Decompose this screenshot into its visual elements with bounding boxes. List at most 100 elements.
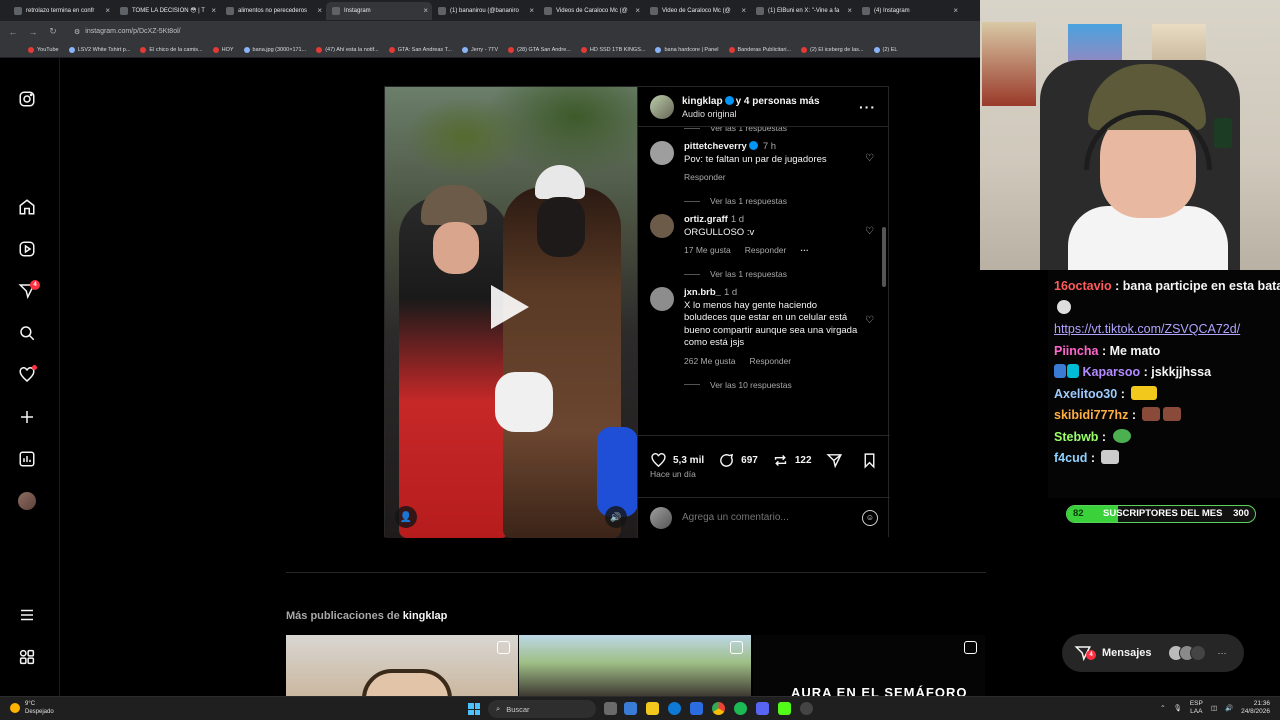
reload-icon[interactable]: ↻ (48, 26, 58, 37)
reels-icon[interactable] (14, 236, 40, 262)
comment-avatar[interactable] (650, 214, 674, 238)
chrome-icon[interactable] (712, 702, 725, 715)
mute-icon[interactable]: 🔊 (605, 506, 627, 528)
clock[interactable]: 21:36 24/8/2026 (1241, 700, 1270, 716)
messages-icon[interactable]: 4 (14, 278, 40, 304)
view-replies-link[interactable]: Ver las 10 respuestas (638, 378, 792, 392)
tab-close-icon[interactable]: × (741, 6, 746, 16)
comments-list[interactable]: Ver las 1 respuestas pittetcheverry 7 h Pov… (638, 127, 890, 435)
tray-chevron-icon[interactable]: ⌃ (1160, 704, 1165, 712)
store-icon[interactable] (690, 702, 703, 715)
tab-close-icon[interactable]: × (211, 6, 216, 16)
bookmark-item[interactable]: LSV2 White Tshirt p... (68, 46, 130, 53)
comment-likes[interactable]: 262 Me gusta (684, 355, 736, 368)
language-indicator[interactable]: ESP LAA (1190, 700, 1203, 716)
comments-scrollbar[interactable] (882, 227, 886, 287)
task-view-icon[interactable] (604, 702, 617, 715)
more-post-thumb[interactable] (519, 635, 751, 696)
bookmark-item[interactable]: Jerry - 7TV (461, 46, 498, 53)
tagged-people-icon[interactable]: 👤 (395, 506, 417, 528)
tab-close-icon[interactable]: × (529, 6, 534, 16)
browser-tab[interactable]: (1) ElBuni en X: "-Vine a fa × (750, 2, 856, 20)
more-posts-author[interactable]: kingklap (403, 610, 448, 622)
file-explorer-icon[interactable] (646, 702, 659, 715)
comment-username[interactable]: jxn.brb_ (684, 287, 721, 298)
bookmark-item[interactable]: (28) GTA San Andre... (508, 46, 571, 53)
spotify-icon[interactable] (734, 702, 747, 715)
audio-link[interactable]: Audio original (682, 108, 851, 120)
edge-icon[interactable] (668, 702, 681, 715)
coauthors-link[interactable]: y 4 personas más (736, 96, 820, 107)
bookmark-item[interactable]: (2) El iceberg de las... (801, 46, 864, 53)
home-icon[interactable] (14, 194, 40, 220)
volume-icon[interactable]: 🔊 (1225, 704, 1233, 712)
comment-username[interactable]: pittetcheverry (684, 141, 747, 152)
dashboard-icon[interactable] (14, 446, 40, 472)
bookmark-item[interactable]: El chico de la camis... (140, 46, 203, 53)
emoji-icon[interactable]: ☺ (862, 509, 878, 526)
browser-tab[interactable]: alimentos no perecederos × (220, 2, 326, 20)
messages-pill[interactable]: 4 Mensajes ··· (1062, 634, 1244, 672)
comment-likes[interactable]: 17 Me gusta (684, 244, 731, 257)
like-icon[interactable] (650, 452, 667, 469)
comment-like-icon[interactable]: ♡ (865, 226, 874, 237)
comment-avatar[interactable] (650, 141, 674, 165)
tab-close-icon[interactable]: × (317, 6, 322, 16)
also-from-meta-icon[interactable] (14, 644, 40, 670)
bookmark-item[interactable]: bana.jpg (3000×171... (243, 46, 306, 53)
comment-more-icon[interactable]: ··· (800, 244, 809, 257)
bookmark-item[interactable]: HOY (212, 46, 234, 53)
likes-count[interactable]: 5,3 mil (673, 455, 704, 466)
forward-icon[interactable]: → (28, 27, 38, 37)
weather-widget[interactable]: 9°C Despejado (10, 700, 54, 716)
network-icon[interactable]: ◫ (1211, 704, 1217, 712)
tab-close-icon[interactable]: × (423, 6, 428, 16)
search-icon[interactable] (14, 320, 40, 346)
windows-start-icon[interactable] (468, 703, 480, 715)
post-video[interactable]: 👤 🔊 (385, 87, 637, 538)
author-avatar[interactable] (650, 94, 674, 119)
reply-button[interactable]: Responder (684, 171, 726, 184)
reply-button[interactable]: Responder (745, 244, 787, 257)
play-icon[interactable] (491, 285, 529, 329)
tab-close-icon[interactable]: × (635, 6, 640, 16)
streaming-app-icon[interactable] (778, 702, 791, 715)
browser-tab[interactable]: Videos de Caraloco Mc (@ × (538, 2, 644, 20)
bookmark-item[interactable]: bana hardcore | Panel (655, 46, 719, 53)
author-username[interactable]: kingklap (682, 96, 723, 107)
reply-button[interactable]: Responder (750, 355, 792, 368)
bookmark-item[interactable]: (2) EL (873, 46, 897, 53)
browser-tab[interactable]: TOME LA DECISION 😳 | T × (114, 2, 220, 20)
bookmark-item[interactable]: GTA: San Andreas T... (388, 46, 452, 53)
more-options-icon[interactable]: ··· (859, 99, 876, 115)
repost-icon[interactable] (772, 452, 789, 469)
microphone-icon[interactable]: 🎙 (1174, 704, 1182, 712)
browser-tab[interactable]: retrolazo termina en confr × (8, 2, 114, 20)
tab-close-icon[interactable]: × (847, 6, 852, 16)
url-field[interactable]: ⚙ instagram.com/p/DcXZ-5Kt8ol/ (74, 28, 181, 36)
tab-close-icon[interactable]: × (953, 6, 958, 16)
more-post-thumb[interactable]: AURA EN EL SEMÁFORO (753, 635, 985, 696)
bookmark-item[interactable]: Banderas Publicitari... (728, 46, 791, 53)
comment-username[interactable]: ortiz.graff (684, 214, 728, 225)
more-post-thumb[interactable] (286, 635, 518, 696)
comment-like-icon[interactable]: ♡ (865, 153, 874, 164)
more-menu-icon[interactable] (14, 602, 40, 628)
profile-avatar[interactable] (14, 488, 40, 514)
messages-more-icon[interactable]: ··· (1218, 648, 1227, 658)
create-plus-icon[interactable] (14, 404, 40, 430)
browser-tab[interactable]: Instagram × (326, 1, 432, 20)
save-bookmark-icon[interactable] (861, 452, 878, 469)
back-icon[interactable]: ← (8, 27, 18, 37)
bookmark-item[interactable]: HD SSD 1TB KINGS... (580, 46, 645, 53)
taskbar-search[interactable]: ⌕ Buscar (488, 700, 596, 718)
mail-icon[interactable] (624, 702, 637, 715)
comment-icon[interactable] (718, 452, 735, 469)
discord-icon[interactable] (756, 702, 769, 715)
comment-avatar[interactable] (650, 287, 674, 311)
browser-tab[interactable]: (4) Instagram × (856, 2, 962, 20)
comment-like-icon[interactable]: ♡ (865, 315, 874, 326)
site-info-icon[interactable]: ⚙ (74, 28, 80, 36)
tab-close-icon[interactable]: × (105, 6, 110, 16)
share-icon[interactable] (825, 452, 843, 469)
